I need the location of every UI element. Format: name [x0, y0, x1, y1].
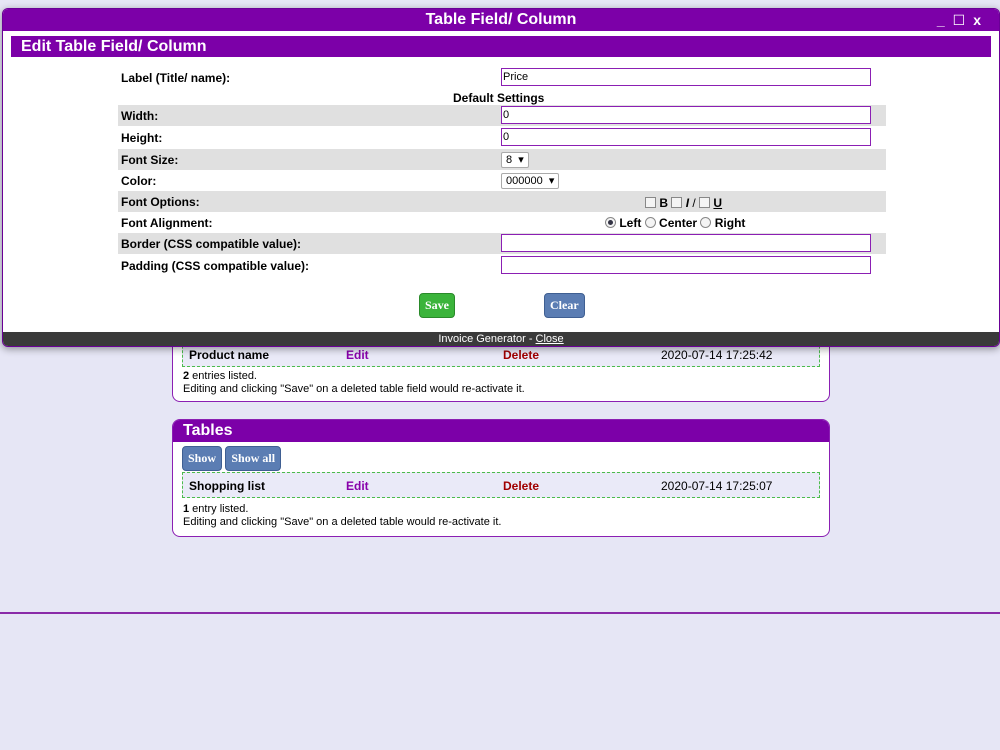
padding-input[interactable] [501, 256, 871, 274]
italic-label: I [685, 195, 690, 210]
tables-panel: Tables Show Show all Shopping list Edit … [172, 419, 830, 537]
width-input[interactable]: 0 [501, 106, 871, 124]
dialog-titlebar[interactable]: Table Field/ Column _☐x [3, 9, 999, 31]
timestamp: 2020-07-14 17:25:42 [661, 348, 773, 362]
align-center-radio[interactable] [644, 217, 656, 229]
field-name: Product name [189, 348, 270, 362]
page-divider [0, 612, 1000, 614]
save-button[interactable]: Save [419, 293, 455, 318]
font-options-label: Font Options: [121, 195, 200, 209]
edit-link[interactable]: Edit [346, 479, 369, 493]
align-right-label: Right [714, 215, 746, 230]
height-row: Height: 0 [118, 127, 886, 148]
show-all-button[interactable]: Show all [225, 446, 282, 471]
font-size-label: Font Size: [121, 153, 179, 167]
width-label: Width: [121, 109, 159, 123]
default-settings-heading: Default Settings [453, 91, 545, 105]
delete-link[interactable]: Delete [503, 348, 539, 362]
font-alignment-row: Font Alignment: Left Center Right [118, 212, 886, 233]
italic-checkbox[interactable] [671, 197, 683, 209]
maximize-icon[interactable]: ☐ [953, 9, 974, 31]
reactivate-note: Editing and clicking "Save" on a deleted… [183, 383, 525, 395]
edit-link[interactable]: Edit [346, 348, 369, 362]
color-row: Color: 000000 ▾ [118, 170, 886, 191]
font-alignment-label: Font Alignment: [121, 216, 213, 230]
label-field-label: Label (Title/ name): [121, 71, 231, 85]
reactivate-note: Editing and clicking "Save" on a deleted… [183, 516, 502, 528]
font-size-select[interactable]: 8 ▾ [501, 152, 529, 168]
underline-label: U [713, 195, 723, 210]
border-row: Border (CSS compatible value): [118, 233, 886, 254]
table-row: Shopping list Edit Delete 2020-07-14 17:… [182, 472, 820, 498]
bold-checkbox[interactable] [645, 197, 656, 209]
timestamp: 2020-07-14 17:25:07 [661, 479, 773, 493]
font-options-row: Font Options: B I / U [118, 191, 886, 212]
edit-field-dialog: Table Field/ Column _☐x Edit Table Field… [2, 8, 1000, 347]
separator: / [692, 195, 696, 210]
show-button[interactable]: Show [182, 446, 223, 471]
align-right-radio[interactable] [700, 217, 712, 229]
chevron-down-icon: ▾ [548, 175, 555, 187]
panel-title: Tables [173, 420, 829, 442]
dialog-title: Table Field/ Column [425, 11, 577, 28]
color-value: 000000 [506, 175, 543, 187]
entries-info: 1 entry listed. Editing and clicking "Sa… [183, 503, 501, 529]
font-options-group: B I / U [645, 195, 722, 210]
width-row: Width: 0 [118, 105, 886, 126]
border-label: Border (CSS compatible value): [121, 237, 302, 251]
entries-info: 2 entries listed. Editing and clicking "… [183, 370, 525, 396]
clear-button[interactable]: Clear [544, 293, 585, 318]
minimize-icon[interactable]: _ [937, 9, 953, 31]
border-input[interactable] [501, 234, 871, 252]
edit-header: Edit Table Field/ Column [11, 36, 991, 57]
font-size-value: 8 [506, 154, 513, 166]
close-icon[interactable]: x [973, 9, 989, 31]
label-row: Label (Title/ name): Price [118, 67, 886, 88]
delete-link[interactable]: Delete [503, 479, 539, 493]
align-left-radio[interactable] [605, 217, 616, 229]
height-label: Height: [121, 131, 163, 145]
table-name: Shopping list [189, 479, 265, 493]
align-center-label: Center [659, 215, 698, 230]
bold-label: B [659, 195, 669, 210]
font-size-row: Font Size: 8 ▾ [118, 149, 886, 170]
entries-suffix: entry listed. [189, 503, 249, 515]
padding-row: Padding (CSS compatible value): [118, 255, 886, 276]
underline-checkbox[interactable] [699, 197, 711, 209]
color-label: Color: [121, 174, 157, 188]
align-left-label: Left [619, 215, 642, 230]
height-input[interactable]: 0 [501, 128, 871, 146]
alignment-radio-group: Left Center Right [605, 215, 745, 230]
entries-suffix: entries listed. [189, 370, 257, 382]
dialog-footer: Invoice Generator - Close [3, 332, 999, 346]
chevron-down-icon: ▾ [518, 154, 524, 166]
footer-text: Invoice Generator - [438, 333, 536, 345]
label-input[interactable]: Price [501, 68, 871, 86]
color-select[interactable]: 000000 ▾ [501, 173, 560, 189]
window-controls: _☐x [937, 9, 989, 31]
padding-label: Padding (CSS compatible value): [121, 259, 310, 273]
close-link[interactable]: Close [536, 333, 564, 345]
